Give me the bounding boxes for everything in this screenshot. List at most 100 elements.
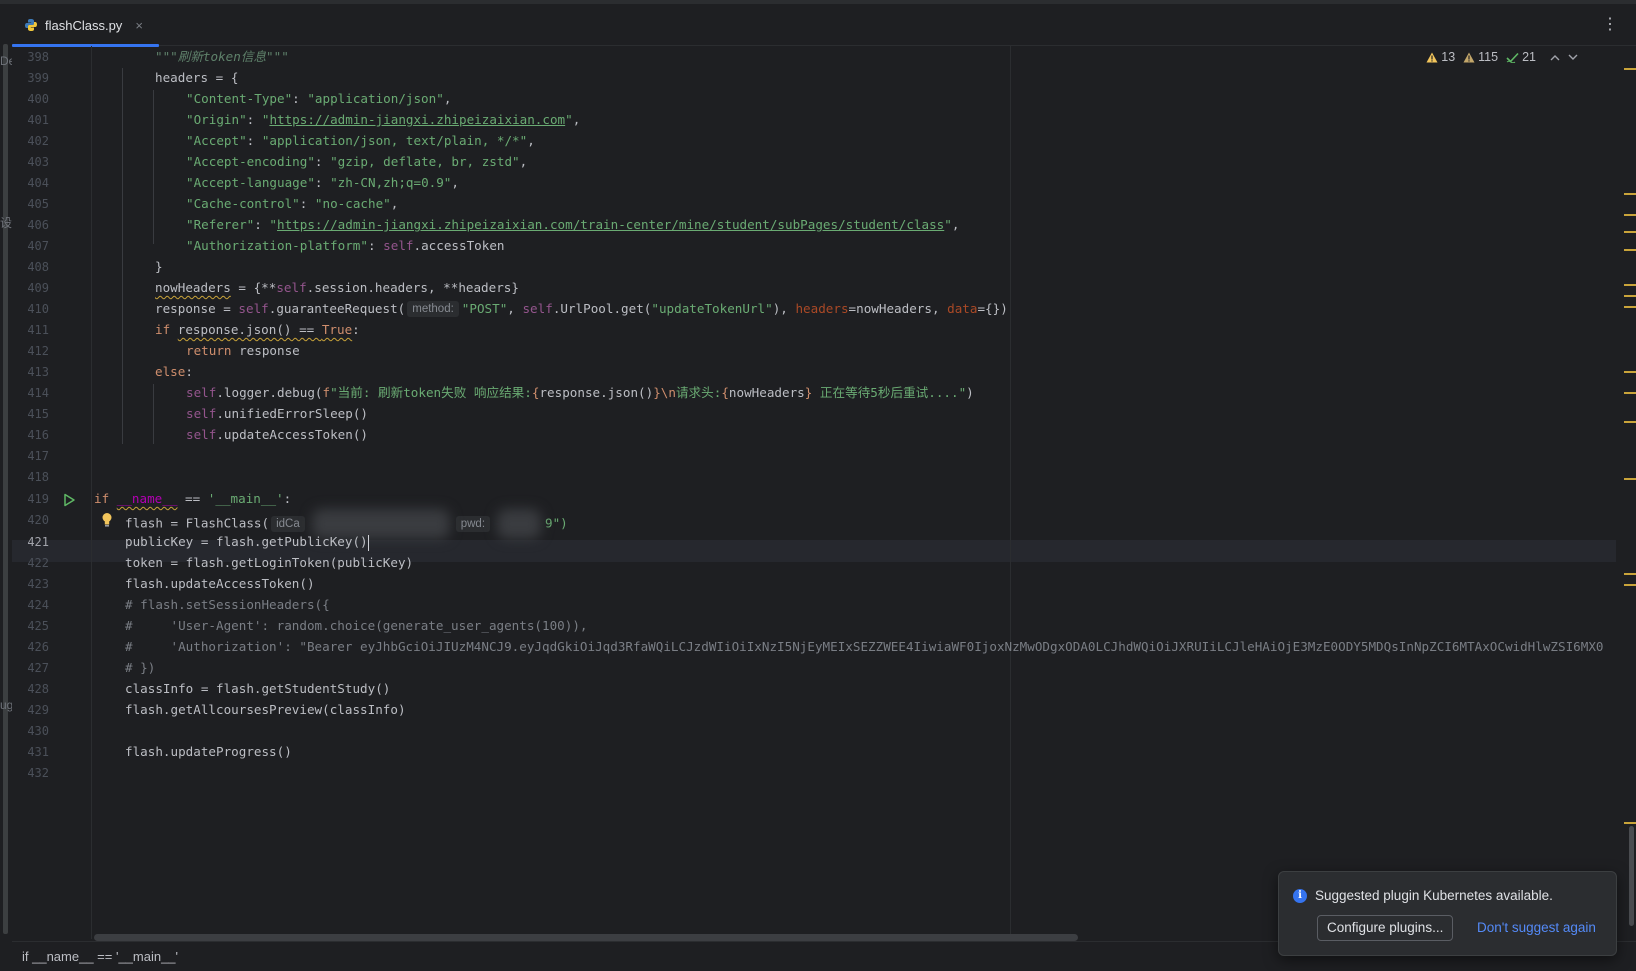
self-keyword: self [383,238,414,253]
line-number: 408 [27,260,49,274]
warning-marker[interactable] [1624,822,1636,824]
line-number: 399 [27,71,49,85]
gutter-separator [91,46,92,939]
line-number: 429 [27,703,49,717]
run-icon[interactable] [62,493,76,507]
code-text: , [507,301,523,316]
code-text: } [155,259,163,274]
more-options-icon[interactable]: ⋮ [1602,14,1618,34]
warning-marker[interactable] [1624,214,1636,216]
dont-suggest-again-link[interactable]: Don't suggest again [1477,920,1596,935]
warning-marker[interactable] [1624,284,1636,286]
line-number: 432 [27,766,49,780]
breadcrumb[interactable]: if __name__ == '__main__' [22,949,178,964]
warning-marker[interactable] [1624,371,1636,373]
warning-marker[interactable] [1624,193,1636,195]
code-line-407: "Authorization-platform": self.accessTok… [186,238,505,253]
typo-check-icon [1506,52,1519,63]
warning-marker[interactable] [1624,68,1636,70]
self-keyword: self [238,301,269,316]
string: "Accept-language" [186,175,315,190]
line-number: 404 [27,176,49,190]
vertical-scrollbar[interactable] [1629,826,1634,926]
identifier: nowHeaders [155,280,231,295]
code-text: .session.headers, **headers} [306,280,519,295]
line-number: 402 [27,134,49,148]
dunder-name: __name__ [116,491,178,506]
tab-title: flashClass.py [45,17,123,33]
url-link[interactable]: https://admin-jiangxi.zhipeizaixian.com/… [277,217,944,232]
string: "Authorization-platform" [186,238,368,253]
url-link[interactable]: https://admin-jiangxi.zhipeizaixian.com [269,112,565,127]
line-number: 406 [27,218,49,232]
string: "Accept" [186,133,247,148]
keyword-argument: headers [795,301,849,316]
error-stripe[interactable] [1624,46,1636,939]
string: "application/json" [307,91,444,106]
chevron-up-icon[interactable] [1550,54,1560,61]
code-line-422: token = flash.getLoginToken(publicKey) [125,552,413,574]
keyword-argument: data [947,301,978,316]
horizontal-scrollbar[interactable] [94,934,1078,941]
warning-marker[interactable] [1624,231,1636,233]
line-number: 426 [27,640,49,654]
warning-marker[interactable] [1624,392,1636,394]
line-number: 400 [27,92,49,106]
code-text: .UrlPool.get( [552,301,652,316]
left-panel-scrollbar[interactable] [3,44,8,934]
line-number: 424 [27,598,49,612]
warning-marker[interactable] [1624,306,1636,308]
code-text: = {** [230,280,277,295]
comment: # 'User-Agent': random.choice(generate_u… [125,618,588,633]
code-line-429: flash.getAllcoursesPreview(classInfo) [125,699,406,721]
code-text: ={}) [977,301,1008,316]
line-number: 428 [27,682,49,696]
left-panel-fragment: De [0,54,12,68]
inspection-widget[interactable]: 13 115 21 [1426,50,1578,64]
code-text: flash.updateAccessToken() [125,576,315,591]
warning-marker[interactable] [1624,249,1636,251]
code-line-421: publicKey = flash.getPublicKey() [125,531,369,553]
warning-marker[interactable] [1624,573,1636,575]
code-text: classInfo = flash.getStudentStudy() [125,681,391,696]
chevron-down-icon[interactable] [1568,54,1578,61]
weak-warnings-count[interactable]: 115 [1463,50,1498,64]
string: 9") [545,515,568,531]
line-number: 425 [27,619,49,633]
code-area[interactable]: """刷新token信息""" headers = { "Content-Typ… [94,46,1634,906]
code-text: : [185,364,193,379]
tab-flashclass-py[interactable]: flashClass.py × [12,4,159,47]
code-text: response = [155,301,239,316]
code-editor[interactable]: 398 399 400 401 402 403 404 405 406 407 408 409 410 4… [12,46,1636,939]
warning-marker[interactable] [1624,478,1636,480]
code-text: publicKey = flash.getPublicKey( [125,534,361,549]
line-number: 417 [27,449,49,463]
code-line-398: """刷新token信息""" [155,46,289,68]
weak-warning-icon [1463,52,1475,62]
warning-marker[interactable] [1624,421,1636,423]
code-line-400: "Content-Type": "application/json", [186,91,452,106]
close-icon[interactable]: × [135,18,143,33]
warning-marker[interactable] [1624,295,1636,297]
code-line-427: # }) [125,657,155,679]
typos-count[interactable]: 21 [1506,50,1536,64]
warning-marker[interactable] [1624,584,1636,586]
warnings-count[interactable]: 13 [1426,50,1455,64]
code-line-404: "Accept-language": "zh-CN,zh;q=0.9", [186,175,459,190]
string: "Origin" [186,112,247,127]
line-number: 412 [27,344,49,358]
line-number: 423 [27,577,49,591]
keyword: if [155,322,171,337]
code-line-431: flash.updateProgress() [125,741,292,763]
configure-plugins-button[interactable]: Configure plugins... [1317,915,1454,941]
line-number: 407 [27,239,49,253]
line-number: 419 [27,492,49,506]
line-number: 430 [27,724,49,738]
code-line-424: # flash.setSessionHeaders({ [125,594,330,616]
line-number: 427 [27,661,49,675]
code-text: flash.getAllcoursesPreview(classInfo) [125,702,406,717]
code-line-411: if response.json() == True: [155,319,360,341]
string: " [565,112,573,127]
code-line-412: return response [186,340,300,362]
code-line-410: response = self.guaranteeRequest(method:… [155,298,1008,320]
